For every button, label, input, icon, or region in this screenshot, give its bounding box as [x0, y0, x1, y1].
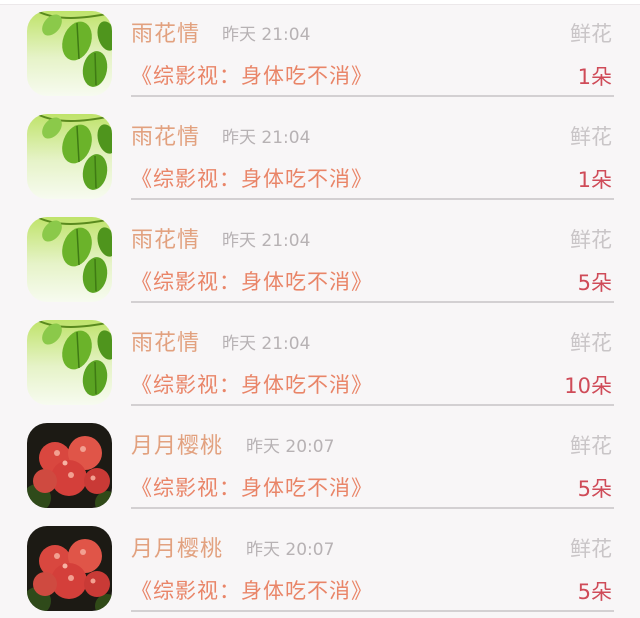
gift-record-row[interactable]: 雨花情 昨天 21:04 鲜花 《综影视：身体吃不消》 5朵	[0, 206, 640, 309]
gift-count: 10朵	[564, 374, 612, 398]
sender-name[interactable]: 月月樱桃	[131, 531, 223, 563]
row-divider	[131, 404, 614, 406]
gift-count: 5朵	[577, 271, 612, 295]
sender-name[interactable]: 雨花情	[131, 119, 200, 151]
book-title[interactable]: 《综影视：身体吃不消》	[131, 60, 373, 90]
sender-name[interactable]: 雨花情	[131, 222, 200, 254]
gift-count: 1朵	[577, 168, 612, 192]
book-title[interactable]: 《综影视：身体吃不消》	[131, 472, 373, 502]
gift-type-label: 鲜花	[570, 22, 612, 46]
gift-type-label: 鲜花	[570, 537, 612, 561]
gift-record-row[interactable]: 雨花情 昨天 21:04 鲜花 《综影视：身体吃不消》 1朵	[0, 0, 640, 103]
book-title[interactable]: 《综影视：身体吃不消》	[131, 163, 373, 193]
timestamp: 昨天 21:04	[222, 231, 311, 251]
gift-type-label: 鲜花	[570, 228, 612, 252]
sender-name[interactable]: 月月樱桃	[131, 428, 223, 460]
book-title[interactable]: 《综影视：身体吃不消》	[131, 575, 373, 605]
sender-name[interactable]: 雨花情	[131, 16, 200, 48]
green-leaf-avatar[interactable]	[27, 217, 112, 302]
gift-count: 5朵	[577, 477, 612, 501]
timestamp: 昨天 21:04	[222, 25, 311, 45]
book-title[interactable]: 《综影视：身体吃不消》	[131, 266, 373, 296]
red-flower-avatar[interactable]	[27, 423, 112, 508]
gift-count: 1朵	[577, 65, 612, 89]
green-leaf-avatar[interactable]	[27, 320, 112, 405]
gift-record-row[interactable]: 月月樱桃 昨天 20:07 鲜花 《综影视：身体吃不消》 5朵	[0, 515, 640, 618]
gift-record-row[interactable]: 雨花情 昨天 21:04 鲜花 《综影视：身体吃不消》 1朵	[0, 103, 640, 206]
sender-name[interactable]: 雨花情	[131, 325, 200, 357]
row-divider	[131, 198, 614, 200]
gift-record-row[interactable]: 月月樱桃 昨天 20:07 鲜花 《综影视：身体吃不消》 5朵	[0, 412, 640, 515]
gift-type-label: 鲜花	[570, 331, 612, 355]
gift-type-label: 鲜花	[570, 125, 612, 149]
book-title[interactable]: 《综影视：身体吃不消》	[131, 369, 373, 399]
red-flower-avatar[interactable]	[27, 526, 112, 611]
timestamp: 昨天 20:07	[246, 437, 335, 457]
green-leaf-avatar[interactable]	[27, 11, 112, 96]
gift-count: 5朵	[577, 580, 612, 604]
gift-type-label: 鲜花	[570, 434, 612, 458]
timestamp: 昨天 21:04	[222, 128, 311, 148]
timestamp: 昨天 20:07	[246, 540, 335, 560]
timestamp: 昨天 21:04	[222, 334, 311, 354]
green-leaf-avatar[interactable]	[27, 114, 112, 199]
row-divider	[131, 95, 614, 97]
row-divider	[131, 507, 614, 509]
row-divider	[131, 610, 614, 612]
gift-record-row[interactable]: 雨花情 昨天 21:04 鲜花 《综影视：身体吃不消》 10朵	[0, 309, 640, 412]
row-divider	[131, 301, 614, 303]
